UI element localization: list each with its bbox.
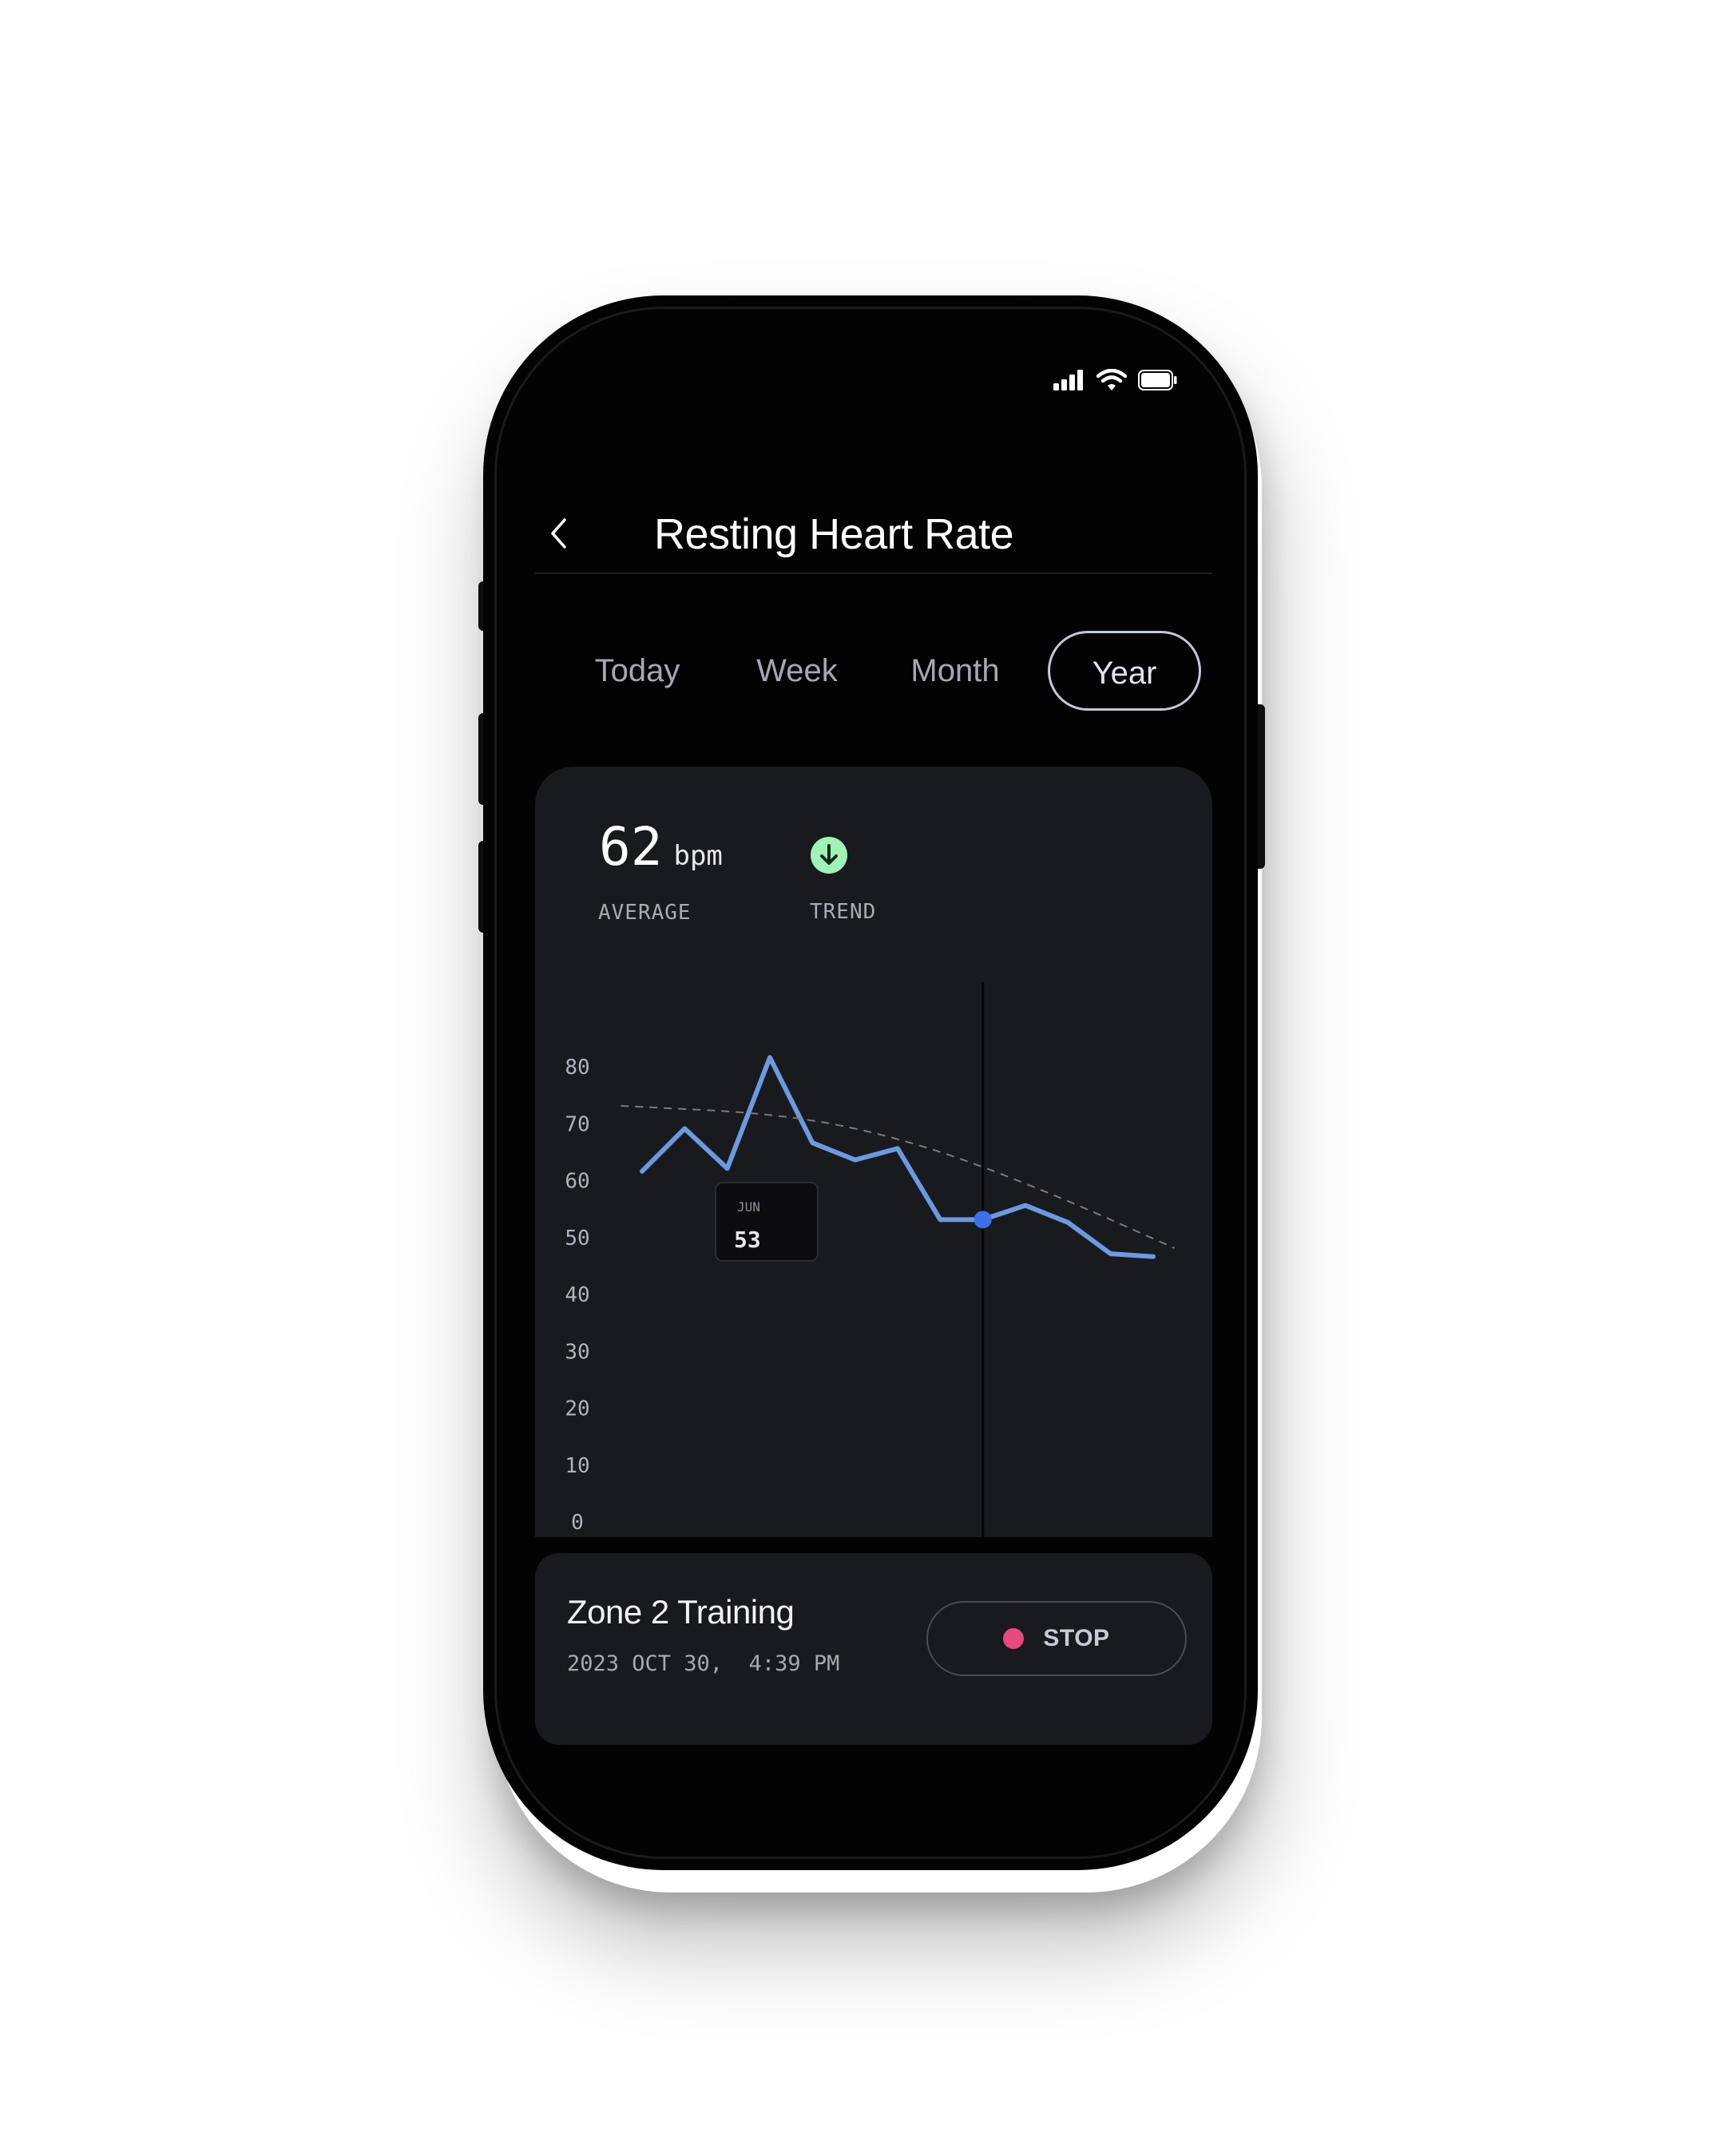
back-button[interactable] [531, 495, 587, 575]
heart-rate-chart[interactable]: 80 70 60 50 40 30 20 10 0 [535, 767, 1212, 1537]
record-dot-icon [1003, 1628, 1025, 1649]
y-tick-label: 30 [565, 1340, 589, 1364]
stop-label: STOP [1043, 1625, 1110, 1651]
trend-line [621, 1104, 1176, 1249]
status-bar [483, 295, 1258, 391]
battery-icon [1138, 370, 1178, 394]
tooltip-month: JUN [737, 1199, 760, 1215]
phone-screen: Resting Heart Rate Today Week Month Year… [483, 295, 1258, 1870]
y-tick-label: 10 [565, 1454, 589, 1478]
y-tick-label: 60 [565, 1170, 589, 1194]
chart-card: 62 bpm AVERAGE TREND 80 70 60 50 40 30 20 10 0 JU… [535, 767, 1212, 1537]
period-tabs: Today Week Month Year [535, 631, 1212, 715]
stop-button[interactable]: STOP [926, 1601, 1187, 1676]
session-card: Zone 2 Training 2023 OCT 30, 4:39 PM STO… [535, 1553, 1212, 1745]
tooltip-value: 53 [734, 1227, 761, 1253]
highlight-point[interactable] [974, 1211, 992, 1229]
page-title: Resting Heart Rate [654, 510, 1014, 558]
tab-year[interactable]: Year [1048, 631, 1201, 711]
header: Resting Heart Rate [531, 479, 1210, 583]
y-tick-label: 70 [565, 1112, 589, 1136]
y-tick-label: 40 [565, 1283, 589, 1307]
tab-month[interactable]: Month [891, 631, 1019, 711]
session-title: Zone 2 Training [567, 1593, 795, 1631]
tab-week[interactable]: Week [735, 631, 859, 711]
header-divider [535, 573, 1212, 574]
y-tick-label: 50 [565, 1227, 589, 1250]
cellular-signal-icon [1053, 370, 1085, 394]
wifi-icon [1096, 368, 1128, 395]
y-tick-label: 80 [565, 1056, 589, 1080]
chart-tooltip: JUN 53 [715, 1182, 819, 1262]
session-time: 2023 OCT 30, 4:39 PM [567, 1651, 840, 1676]
y-tick-label: 20 [565, 1397, 589, 1421]
tab-today[interactable]: Today [575, 631, 700, 711]
status-icons [1053, 368, 1178, 395]
y-tick-label: 0 [571, 1511, 584, 1535]
chevron-left-icon [549, 517, 569, 554]
